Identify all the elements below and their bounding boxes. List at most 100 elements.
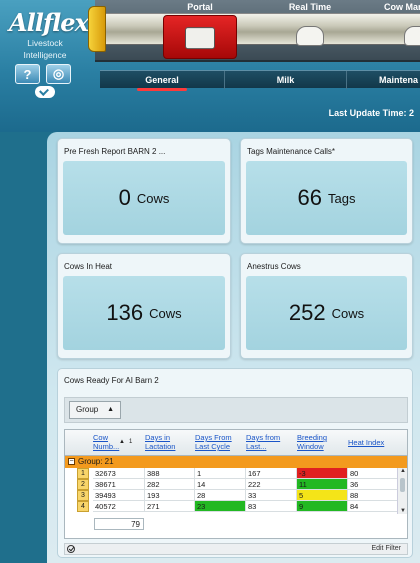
- group-sort-button[interactable]: Group ▲: [69, 401, 121, 419]
- allflex-logo: Allflex Livestock Intelligence: [9, 8, 89, 61]
- table-cell: 28: [195, 490, 246, 501]
- filter-check-icon[interactable]: [67, 545, 75, 553]
- group-button-label: Group: [76, 405, 99, 414]
- summary-count: 79: [94, 518, 144, 530]
- pipe-cap-icon: [88, 6, 106, 52]
- table-cell: 193: [145, 490, 195, 501]
- table-row[interactable]: 3 39493 193 28 33 5 88: [65, 490, 407, 501]
- group-row[interactable]: − Group: 21: [65, 456, 407, 468]
- cloud-sync-icon[interactable]: [35, 86, 55, 98]
- table-cell: 5: [297, 490, 348, 501]
- card-value-box: 136 Cows: [63, 276, 225, 350]
- tab-milk[interactable]: Milk: [225, 71, 347, 89]
- table-cell: 388: [145, 468, 195, 479]
- help-button[interactable]: ?: [15, 64, 40, 84]
- card-title: Tags Maintenance Calls*: [247, 147, 336, 156]
- globe-icon: ◎: [52, 66, 65, 81]
- grid-header: Cow Numb... ▲ 1 Days in Lactation Days F…: [65, 430, 407, 456]
- vertical-scrollbar[interactable]: ▲ ▼: [397, 468, 407, 514]
- table-cell: 23: [195, 501, 246, 512]
- last-update-time: Last Update Time: 2: [328, 108, 414, 118]
- col-days-from-last-cycle[interactable]: Days From Last Cycle: [195, 433, 239, 451]
- filter-bar: Edit Filter: [64, 543, 408, 555]
- table-cell: 11: [297, 479, 348, 490]
- help-icon: ?: [23, 66, 32, 82]
- table-cell: 222: [246, 479, 297, 490]
- card-value: 66: [297, 185, 322, 210]
- table-cell: 167: [246, 468, 297, 479]
- table-cell: 14: [195, 479, 246, 490]
- card-tags-maintenance[interactable]: Tags Maintenance Calls* 66 Tags: [240, 138, 413, 244]
- card-cows-ready-for-ai: Cows Ready For AI Barn 2 Group ▲ Cow Num…: [57, 368, 413, 558]
- card-pre-fresh[interactable]: Pre Fresh Report BARN 2 ... 0 Cows: [57, 138, 231, 244]
- scroll-down-icon[interactable]: ▼: [400, 508, 406, 514]
- table-cell: 88: [348, 490, 398, 501]
- table-cell: 33: [246, 490, 297, 501]
- col-days-in-lactation[interactable]: Days in Lactation: [145, 433, 187, 451]
- cow-management-icon: [404, 26, 420, 46]
- collapse-icon[interactable]: −: [68, 458, 75, 466]
- row-number: 2: [77, 479, 89, 490]
- portal-icon: [185, 27, 215, 50]
- scroll-up-icon[interactable]: ▲: [400, 468, 406, 474]
- table-row[interactable]: 4 40572 271 23 83 9 84: [65, 501, 407, 512]
- col-breeding-window[interactable]: Breeding Window: [297, 433, 341, 451]
- table-cell: 282: [145, 479, 195, 490]
- table-cell: 84: [348, 501, 398, 512]
- table-cell: 9: [297, 501, 348, 512]
- main-tabs: General Milk Maintena: [100, 70, 420, 91]
- table-row[interactable]: 2 38671 282 14 222 11 36: [65, 479, 407, 490]
- card-value-box: 252 Cows: [246, 276, 407, 350]
- card-title: Cows Ready For AI Barn 2: [64, 376, 159, 385]
- ai-ready-grid: Cow Numb... ▲ 1 Days in Lactation Days F…: [64, 429, 408, 539]
- card-unit: Tags: [328, 190, 356, 206]
- card-title: Pre Fresh Report BARN 2 ...: [64, 147, 166, 156]
- card-value: 136: [106, 300, 144, 325]
- card-unit: Cows: [149, 305, 182, 321]
- card-cows-in-heat[interactable]: Cows In Heat 136 Cows: [57, 253, 231, 359]
- sort-asc-icon: ▲: [119, 439, 125, 445]
- tab-general[interactable]: General: [100, 71, 225, 91]
- card-value-box: 0 Cows: [63, 161, 225, 235]
- station-cow-management[interactable]: Cow Man: [370, 0, 420, 60]
- edit-filter-link[interactable]: Edit Filter: [371, 545, 401, 552]
- logo-wordmark: Allflex: [9, 8, 89, 37]
- real-time-icon: [296, 26, 324, 46]
- table-cell: 36: [348, 479, 398, 490]
- logo-tagline: Livestock Intelligence: [23, 38, 67, 60]
- table-cell: 271: [145, 501, 195, 512]
- row-number: 3: [77, 490, 89, 501]
- table-cell: 38671: [93, 479, 145, 490]
- station-real-time[interactable]: Real Time: [270, 0, 350, 60]
- scroll-thumb[interactable]: [400, 478, 405, 492]
- group-panel: Group ▲: [64, 397, 408, 423]
- station-label: Real Time: [288, 2, 332, 12]
- card-title: Cows In Heat: [64, 262, 113, 271]
- table-cell: 32673: [93, 468, 145, 479]
- card-value: 252: [288, 300, 326, 325]
- table-cell: 1: [195, 468, 246, 479]
- station-label: Cow Man: [384, 2, 420, 12]
- card-unit: Cows: [136, 190, 170, 206]
- table-row[interactable]: 1 32673 388 1 167 -3 80: [65, 468, 407, 479]
- card-unit: Cows: [331, 305, 365, 321]
- table-cell: 83: [246, 501, 297, 512]
- card-title: Anestrus Cows: [247, 262, 301, 271]
- row-number: 4: [77, 501, 89, 512]
- col-days-from-last[interactable]: Days from Last...: [246, 433, 290, 451]
- portal-box: [163, 15, 237, 59]
- card-anestrus-cows[interactable]: Anestrus Cows 252 Cows: [240, 253, 413, 359]
- language-button[interactable]: ◎: [46, 64, 71, 84]
- tab-maintenance[interactable]: Maintena: [347, 71, 420, 89]
- table-cell: -3: [297, 468, 348, 479]
- table-cell: 40572: [93, 501, 145, 512]
- sort-index: 1: [129, 439, 133, 445]
- col-heat-index[interactable]: Heat Index: [348, 438, 394, 447]
- station-portal[interactable]: Portal: [160, 0, 240, 60]
- station-label: Portal: [187, 2, 213, 12]
- top-header: Allflex Livestock Intelligence ? ◎ Porta…: [0, 0, 420, 132]
- card-value: 0: [118, 185, 131, 210]
- group-label: Group: 21: [78, 457, 114, 466]
- table-cell: 39493: [93, 490, 145, 501]
- sort-up-icon: ▲: [107, 406, 114, 413]
